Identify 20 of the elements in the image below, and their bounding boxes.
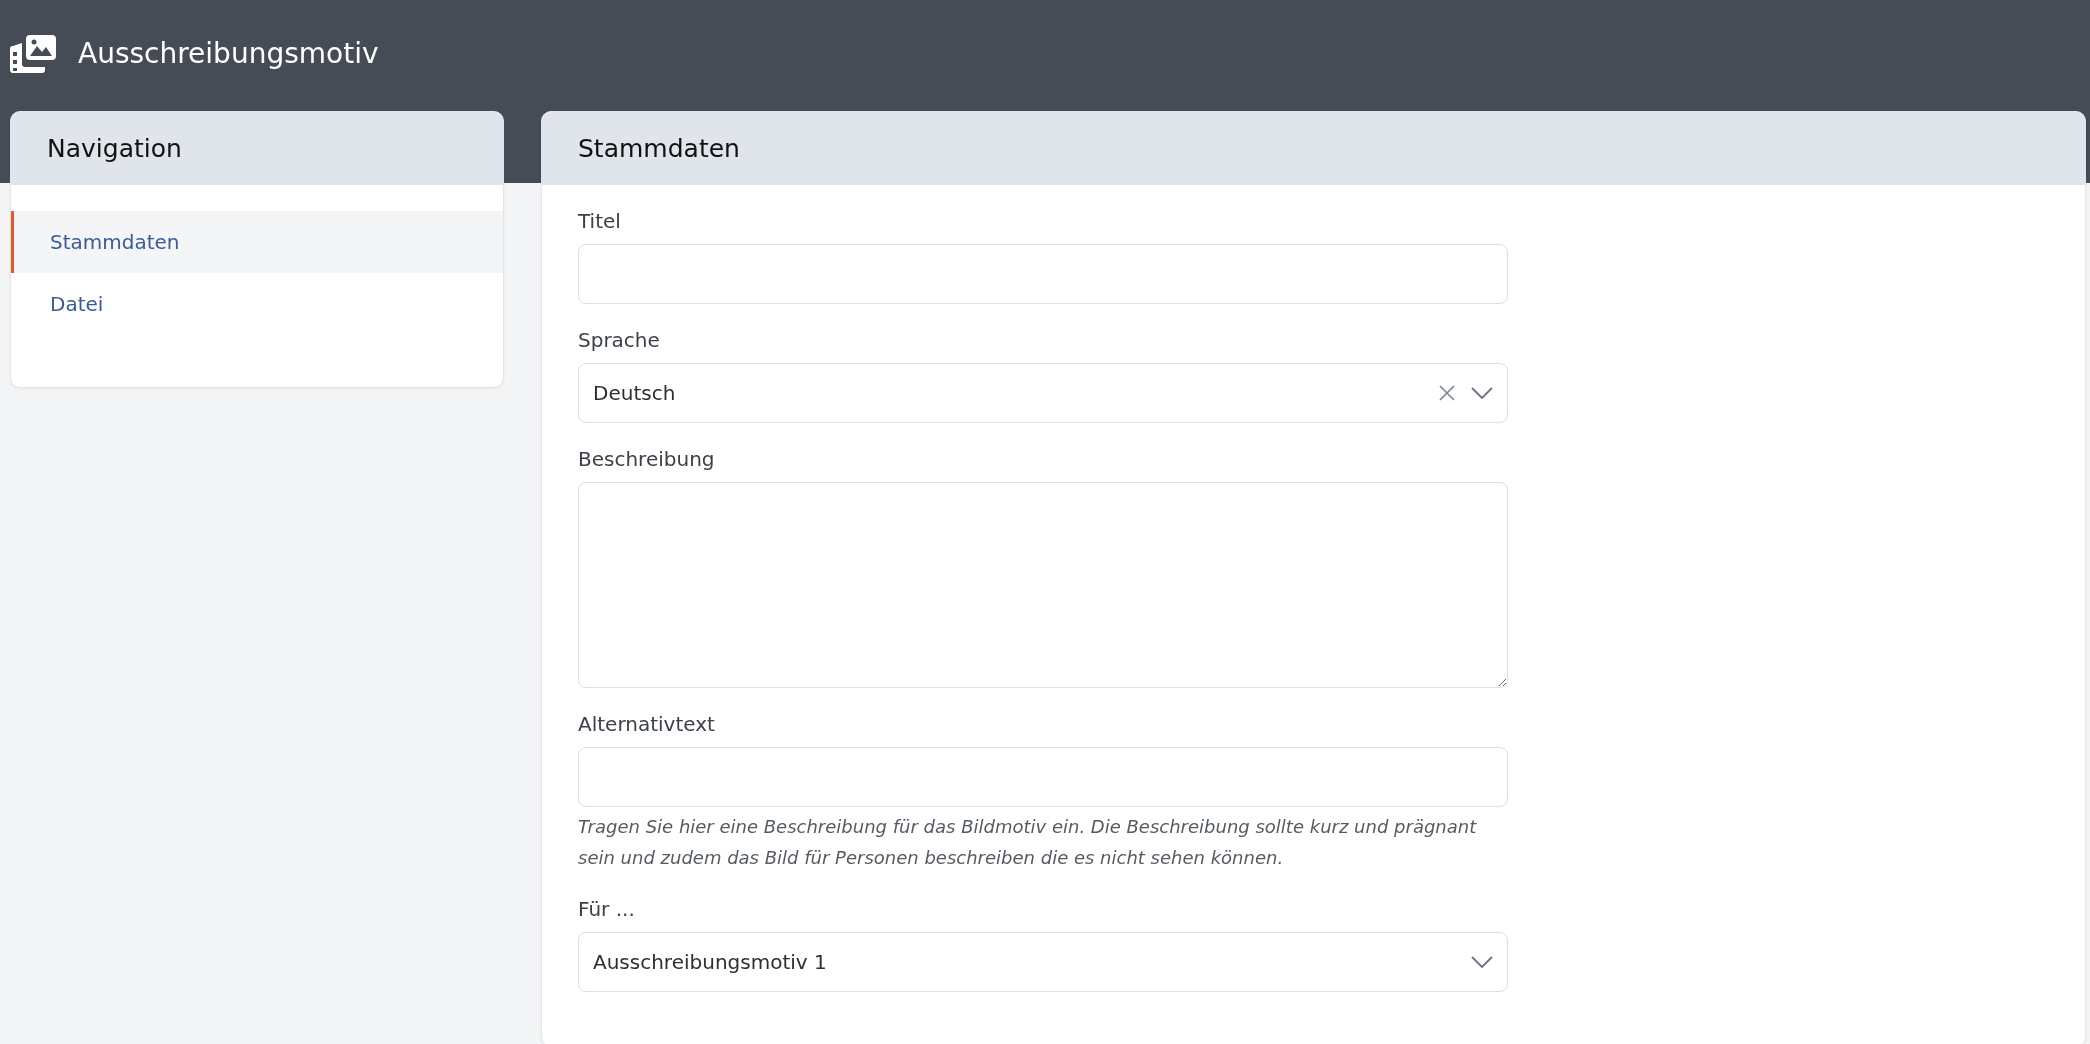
field-label: Sprache bbox=[578, 328, 660, 352]
card-title: Navigation bbox=[11, 112, 503, 185]
select-field[interactable]: Deutsch bbox=[578, 363, 1508, 423]
card-title: Stammdaten bbox=[542, 112, 2085, 185]
select-field[interactable]: Ausschreibungsmotiv 1 bbox=[578, 932, 1508, 992]
nav-item[interactable]: Datei bbox=[11, 273, 503, 335]
chevron-down-icon[interactable] bbox=[1471, 956, 1493, 968]
field-label: Beschreibung bbox=[578, 447, 715, 471]
text-input-field[interactable] bbox=[578, 747, 1508, 807]
page-title: Ausschreibungsmotiv bbox=[78, 37, 379, 70]
field-label: Alternativtext bbox=[578, 712, 715, 736]
chevron-down-icon[interactable] bbox=[1471, 387, 1493, 399]
textarea-field[interactable] bbox=[578, 482, 1508, 688]
field-label: Titel bbox=[578, 209, 621, 233]
text-input-field[interactable] bbox=[578, 244, 1508, 304]
nav-item[interactable]: Stammdaten bbox=[11, 211, 503, 273]
close-icon[interactable] bbox=[1439, 385, 1455, 401]
field-label: Für ... bbox=[578, 897, 635, 921]
help-text: Tragen Sie hier eine Beschreibung für das Bildmotiv ein. Die Beschreibung sollte kurz und prägnant sein und zudem das Bild für Personen beschreiben die es nicht sehen können. bbox=[578, 815, 1478, 870]
images-icon bbox=[10, 34, 56, 73]
